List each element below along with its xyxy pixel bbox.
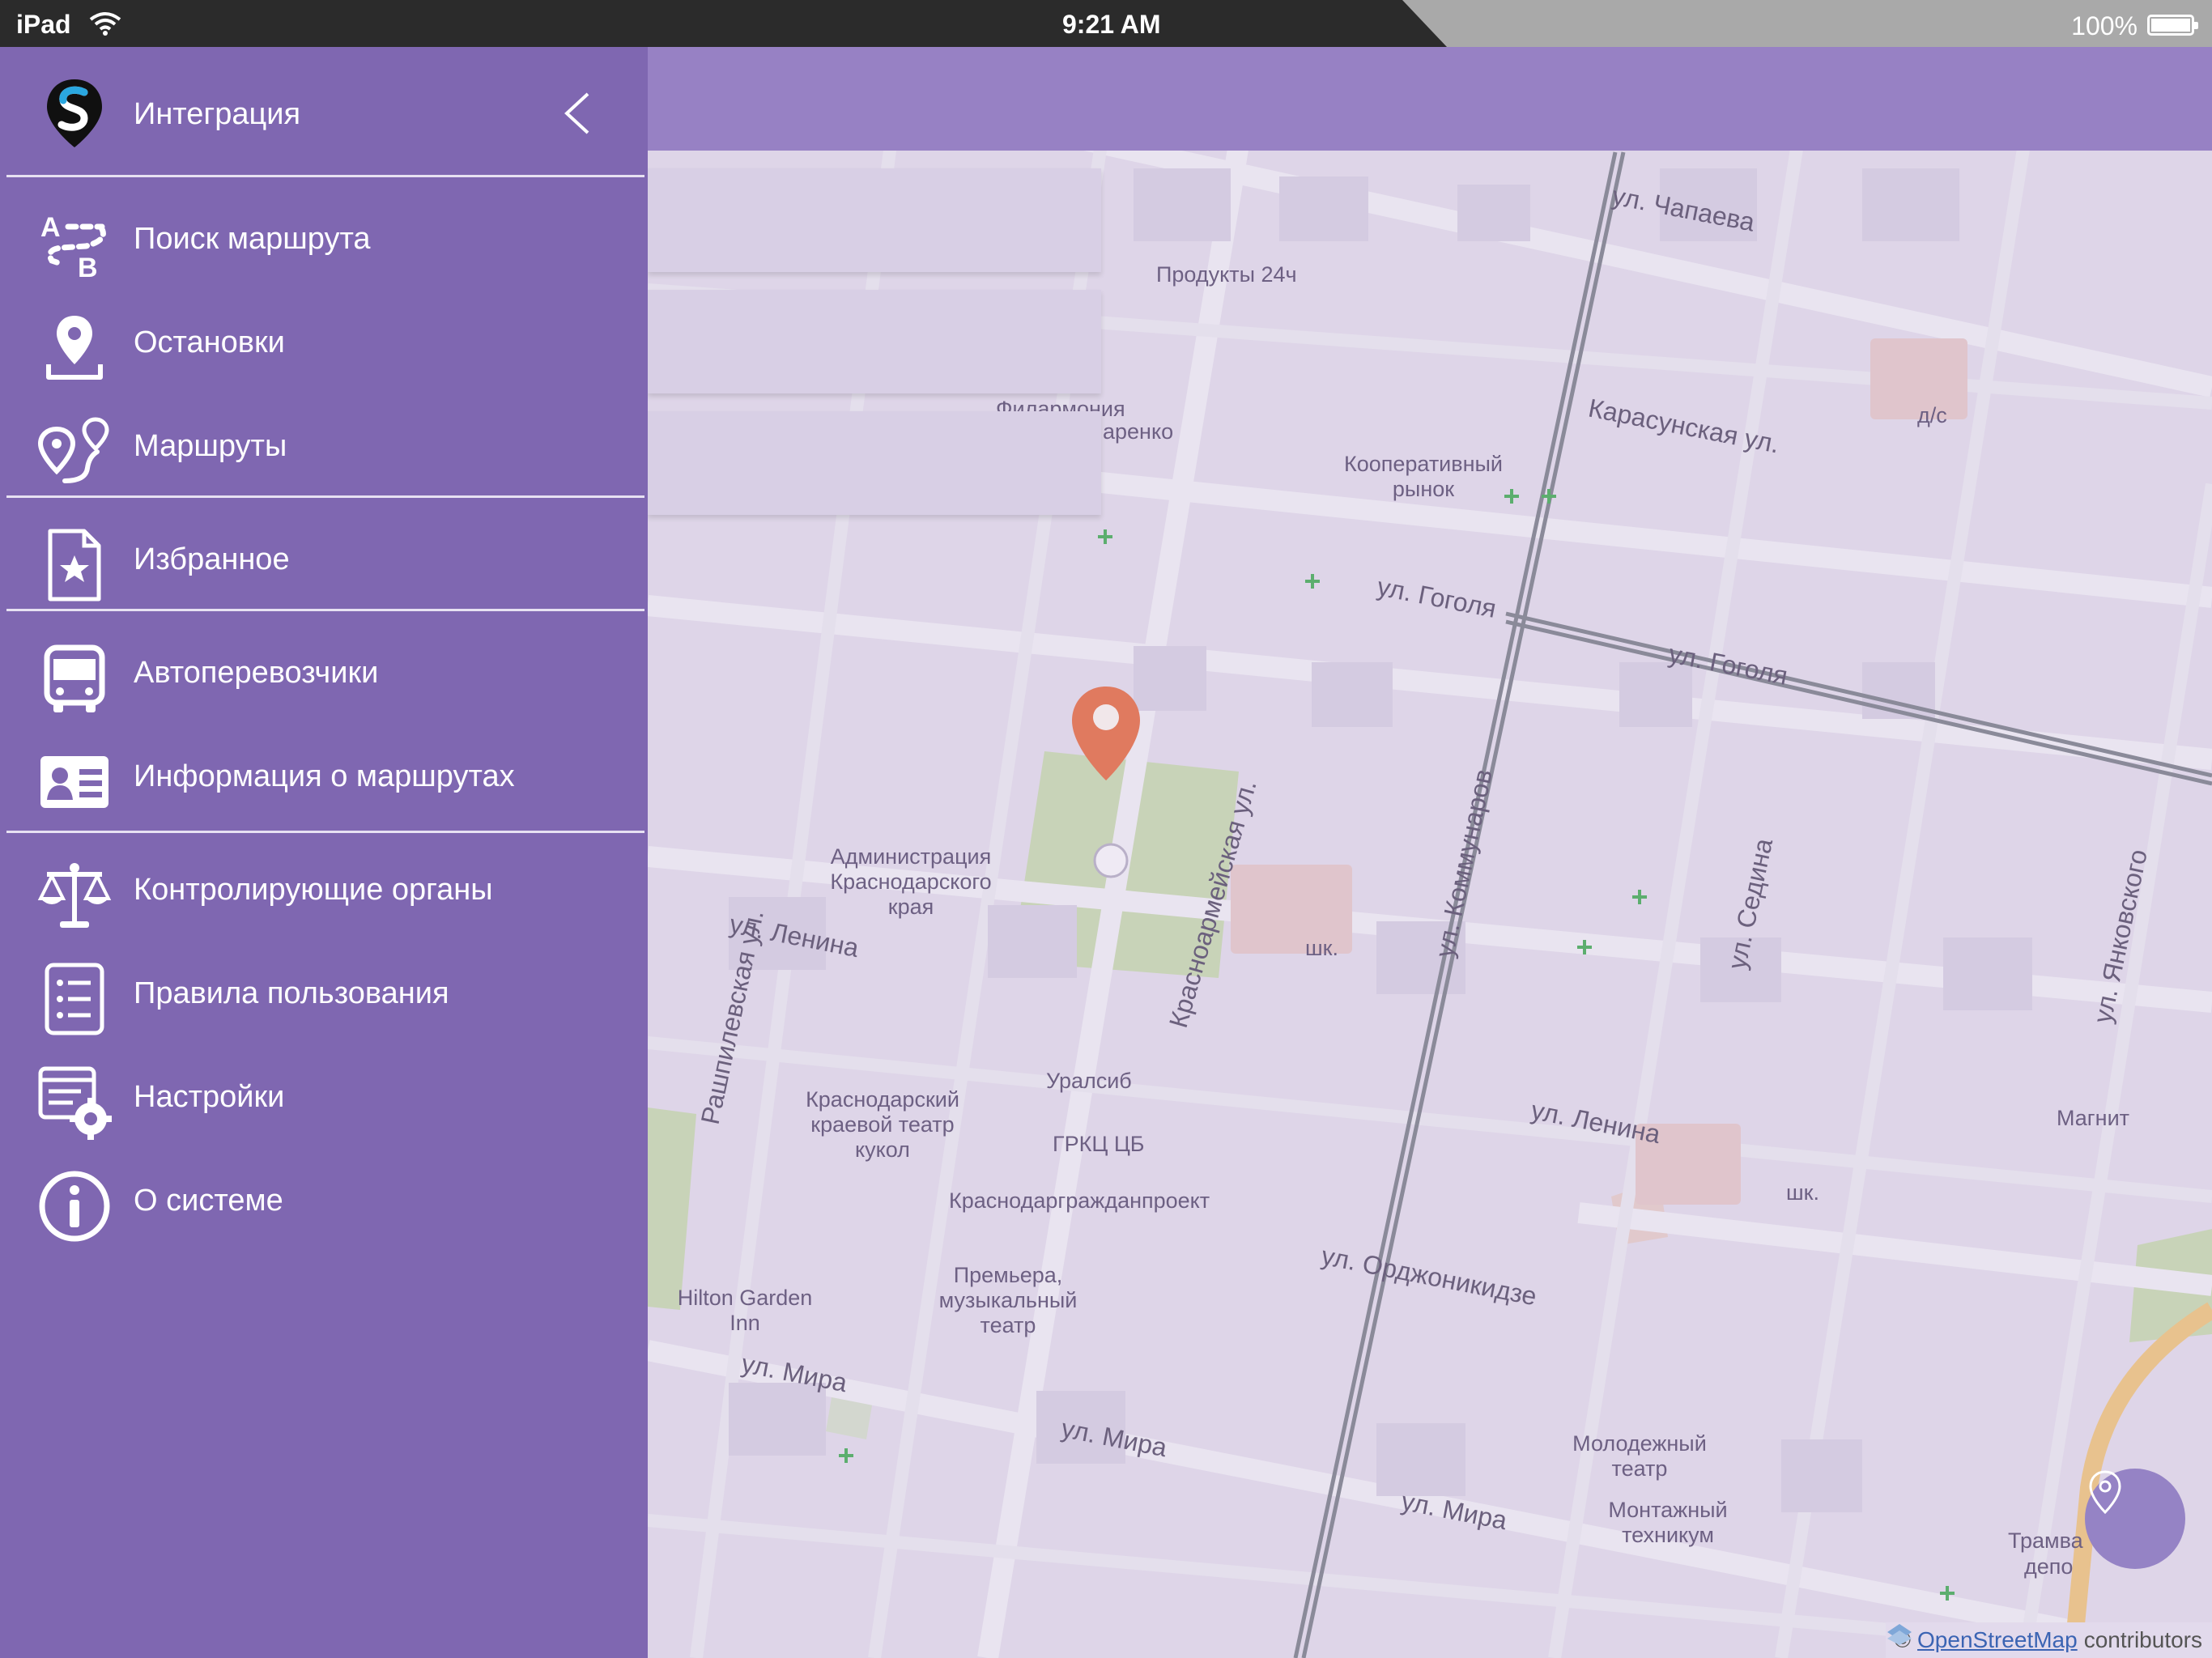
menu-item-about[interactable]: О системе <box>0 1153 648 1244</box>
menu-divider <box>6 831 644 833</box>
poi-label: ГРКЦ ЦБ <box>1053 1132 1145 1156</box>
svg-text:A: A <box>40 212 61 243</box>
menu-item-label: Контролирующие органы <box>134 873 493 907</box>
device-name: iPad <box>16 10 71 39</box>
menu-item-control-authorities[interactable]: Контролирующие органы <box>0 842 648 933</box>
search-card[interactable] <box>648 290 1101 393</box>
collapse-menu-button[interactable] <box>559 89 594 138</box>
poi-label: шк. <box>1786 1180 1819 1205</box>
location-pin-icon <box>2089 1470 2121 1515</box>
status-bar: iPad 9:21 AM 100% <box>0 0 2212 47</box>
map-layers-icon <box>1887 1624 1912 1645</box>
menu-item-label: Поиск маршрута <box>134 222 371 256</box>
status-time: 9:21 AM <box>1062 10 1161 39</box>
menu-item-label: Остановки <box>134 325 285 359</box>
poi-label: д/с <box>1917 403 1947 427</box>
stop-pin-icon <box>46 316 103 380</box>
menu-item-label: О системе <box>134 1184 283 1218</box>
poi-label: Монтажный техникум <box>1608 1498 1728 1547</box>
map-top-bar <box>648 47 2212 151</box>
poi-label: Премьера, музыкальный театр <box>938 1263 1078 1337</box>
menu-header: Интеграция <box>0 47 648 176</box>
menu-item-carriers[interactable]: Автоперевозчики <box>0 625 648 716</box>
id-card-icon <box>40 756 108 808</box>
menu-item-route-info[interactable]: Информация о маршрутах <box>0 729 648 819</box>
wifi-icon <box>89 12 121 36</box>
list-icon <box>45 963 104 1035</box>
settings-icon <box>38 1066 112 1140</box>
menu-item-stops[interactable]: Остановки <box>0 295 648 385</box>
svg-text:B: B <box>78 253 98 282</box>
poi-label: депо <box>2024 1554 2074 1579</box>
menu-item-terms[interactable]: Правила пользования <box>0 946 648 1036</box>
poi-label: Администрация Краснодарского края <box>830 844 992 919</box>
poi-label: Магнит <box>2057 1106 2130 1130</box>
park-area-left <box>648 1107 696 1310</box>
side-menu: Интеграция A B Поиск маршрута Остановки <box>0 47 648 1658</box>
poi-label: аренко <box>1103 419 1174 444</box>
search-card[interactable] <box>648 168 1101 272</box>
menu-item-settings[interactable]: Настройки <box>0 1049 648 1140</box>
poi-label: Hilton Garden Inn <box>677 1286 813 1335</box>
my-location-button[interactable] <box>2085 1469 2185 1569</box>
menu-item-label: Автоперевозчики <box>134 656 379 690</box>
attribution-suffix: contributors <box>2083 1627 2202 1652</box>
menu-divider <box>6 175 644 177</box>
app-logo-icon <box>47 79 102 147</box>
poi-label: Краснодарский краевой театр кукол <box>806 1087 959 1162</box>
menu-item-label: Информация о маршрутах <box>134 759 515 793</box>
menu-item-label: Правила пользования <box>134 976 449 1010</box>
menu-item-routes[interactable]: Маршруты <box>0 398 648 489</box>
menu-divider <box>6 609 644 611</box>
openstreetmap-link[interactable]: OpenStreetMap <box>1917 1627 2078 1653</box>
menu-item-label: Настройки <box>134 1080 285 1114</box>
battery-percent: 100% <box>2071 11 2138 40</box>
bus-icon <box>44 644 105 712</box>
map-view[interactable]: ул. Чапаева Карасунская ул. ул. Гоголя у… <box>648 47 2212 1658</box>
menu-item-label: Маршруты <box>134 429 287 463</box>
routes-icon <box>37 417 109 483</box>
info-icon <box>39 1171 110 1242</box>
search-card[interactable] <box>648 411 1101 515</box>
poi-label: Кооперативный рынок <box>1343 452 1504 501</box>
battery-icon <box>2147 15 2198 36</box>
map-attribution: © OpenStreetMap contributors <box>1886 1622 2212 1658</box>
poi-label: шк. <box>1305 936 1338 960</box>
menu-item-route-search[interactable]: A B Поиск маршрута <box>0 191 648 282</box>
poi-label: Краснодаргражданпроект <box>949 1188 1210 1213</box>
poi-label: Продукты 24ч <box>1156 262 1297 287</box>
poi-label: Уралсиб <box>1046 1069 1132 1093</box>
menu-divider <box>6 495 644 498</box>
route-search-icon: A B <box>40 212 106 282</box>
app-title: Интеграция <box>134 97 301 131</box>
favorites-icon <box>48 529 101 602</box>
menu-item-label: Избранное <box>134 542 290 576</box>
menu-item-favorites[interactable]: Избранное <box>0 512 648 602</box>
scales-icon <box>37 863 112 928</box>
poi-label: Молодежный театр <box>1572 1431 1707 1481</box>
poi-label: Трамва <box>2008 1528 2083 1553</box>
